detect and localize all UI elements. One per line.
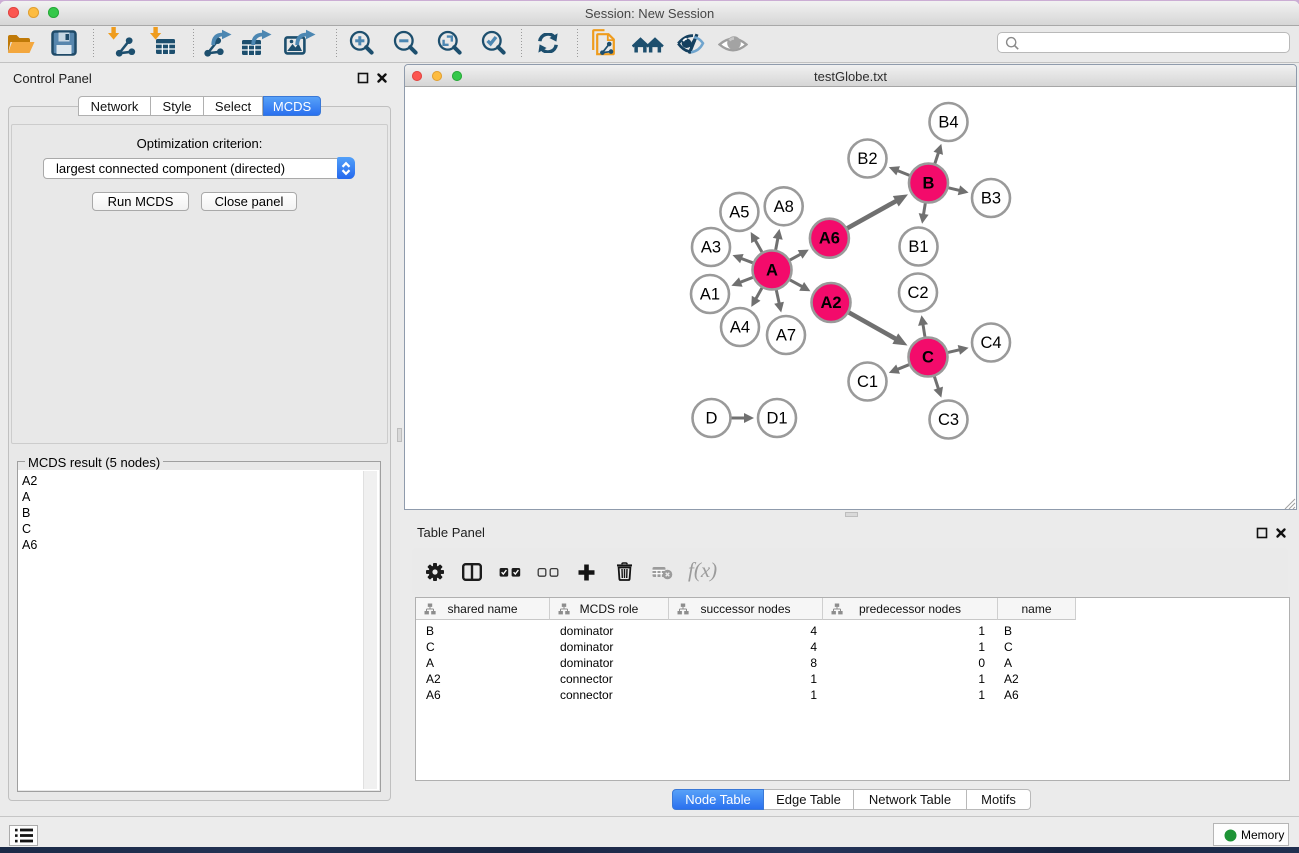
svg-text:A3: A3 — [701, 239, 721, 257]
svg-text:D: D — [706, 410, 718, 428]
svg-text:A1: A1 — [700, 286, 720, 304]
svg-text:A6: A6 — [819, 230, 840, 248]
svg-text:C: C — [922, 349, 934, 367]
svg-text:C2: C2 — [907, 284, 928, 302]
svg-text:A4: A4 — [730, 319, 750, 337]
svg-text:D1: D1 — [766, 410, 787, 428]
svg-text:B: B — [923, 175, 935, 193]
svg-text:A7: A7 — [776, 327, 796, 345]
svg-text:B2: B2 — [857, 150, 877, 168]
svg-text:B1: B1 — [908, 238, 928, 256]
svg-text:B4: B4 — [938, 114, 958, 132]
svg-text:A8: A8 — [774, 198, 794, 216]
svg-text:A2: A2 — [820, 294, 841, 312]
svg-text:B3: B3 — [981, 190, 1001, 208]
svg-text:C4: C4 — [980, 334, 1001, 352]
svg-text:A5: A5 — [729, 203, 749, 221]
svg-text:A: A — [766, 262, 778, 280]
svg-text:C3: C3 — [938, 411, 959, 429]
svg-text:C1: C1 — [857, 373, 878, 391]
